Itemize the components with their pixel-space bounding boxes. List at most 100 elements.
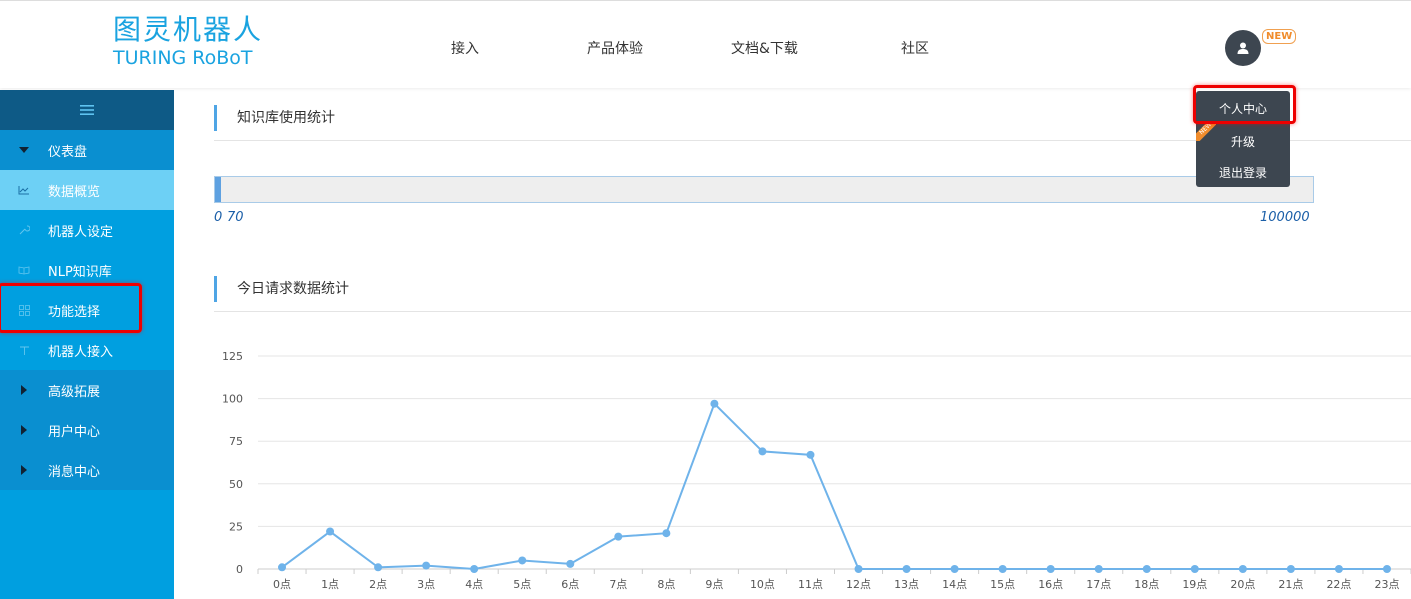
data-point (1142, 565, 1151, 573)
y-tick-label: 50 (229, 478, 243, 491)
data-point (1334, 565, 1343, 573)
new-ribbon: NEW (1196, 121, 1216, 141)
data-point (1094, 565, 1103, 573)
caret-right-icon (21, 385, 27, 395)
x-tick-label: 8点 (657, 578, 675, 591)
x-tick-label: 9点 (705, 578, 723, 591)
data-point (1382, 565, 1391, 573)
data-point (902, 565, 911, 573)
x-tick-label: 3点 (417, 578, 435, 591)
x-tick-label: 2点 (369, 578, 387, 591)
hamburger-icon (80, 105, 94, 115)
data-point (518, 556, 527, 565)
x-tick-label: 7点 (609, 578, 627, 591)
data-point (950, 565, 959, 573)
user-dropdown-menu: 个人中心 升级 退出登录 NEW (1196, 91, 1290, 187)
x-tick-label: 6点 (561, 578, 579, 591)
x-tick-label: 4点 (465, 578, 483, 591)
data-point (566, 559, 575, 568)
y-tick-label: 0 (236, 563, 243, 576)
new-ribbon-text: NEW (1196, 121, 1216, 141)
sidebar-toggle[interactable] (0, 90, 174, 130)
data-point (1238, 565, 1247, 573)
sidebar-item-label: 数据概览 (48, 184, 101, 200)
x-tick-label: 12点 (846, 578, 871, 591)
x-tick-label: 5点 (513, 578, 531, 591)
x-tick-label: 17点 (1086, 578, 1111, 591)
menu-item-logout[interactable]: 退出登录 (1196, 164, 1290, 181)
sidebar: 仪表盘 数据概览 机器人设定 NLP知识库 功能选择 机器人接入 高级拓展 用户… (0, 90, 174, 599)
y-tick-label: 75 (229, 435, 243, 448)
sidebar-item-label: 消息中心 (48, 464, 101, 480)
data-point (662, 529, 671, 538)
x-tick-label: 21点 (1278, 578, 1303, 591)
caret-right-icon (21, 465, 27, 475)
sidebar-item-function-select[interactable]: 功能选择 (0, 290, 174, 330)
plug-icon (19, 346, 29, 355)
new-badge: NEW (1262, 29, 1297, 44)
x-tick-label: 11点 (798, 578, 823, 591)
sidebar-item-label: 用户中心 (48, 424, 101, 440)
sidebar-item-label: 仪表盘 (48, 144, 88, 160)
data-point (998, 565, 1007, 573)
turing-robot-logo[interactable]: 图灵机器人 TURING RoBoT (113, 13, 263, 73)
data-point (806, 450, 815, 459)
data-point (614, 532, 623, 541)
nav-item-community[interactable]: 社区 (901, 38, 929, 58)
sidebar-item-label: 功能选择 (48, 304, 101, 320)
request-stats-title: 今日请求数据统计 (214, 276, 349, 302)
progress-used-label: 70 (227, 210, 244, 225)
sidebar-item-user-center[interactable]: 用户中心 (0, 410, 174, 450)
knowledge-progress-fill (215, 177, 221, 202)
y-tick-label: 125 (222, 350, 243, 363)
sidebar-item-robot-access[interactable]: 机器人接入 (0, 330, 174, 370)
wrench-icon (19, 225, 30, 235)
nav-item-access[interactable]: 接入 (451, 38, 479, 58)
knowledge-progress-bar (214, 176, 1314, 203)
user-avatar[interactable] (1225, 30, 1261, 66)
x-tick-label: 20点 (1230, 578, 1255, 591)
sidebar-item-robot-settings[interactable]: 机器人设定 (0, 210, 174, 250)
x-tick-label: 0点 (273, 578, 291, 591)
x-tick-label: 1点 (321, 578, 339, 591)
sidebar-item-advanced-extension[interactable]: 高级拓展 (0, 370, 174, 410)
line-chart-icon (18, 186, 29, 195)
data-point (1046, 565, 1055, 573)
nav-item-docs-download[interactable]: 文档&下载 (731, 38, 798, 58)
user-icon (1237, 42, 1249, 54)
x-tick-label: 23点 (1374, 578, 1399, 591)
menu-item-personal-center[interactable]: 个人中心 (1196, 100, 1290, 117)
caret-down-icon (19, 147, 29, 153)
book-icon (18, 266, 30, 275)
sidebar-item-dashboard[interactable]: 仪表盘 (0, 130, 174, 170)
top-bar: 图灵机器人 TURING RoBoT 接入 产品体验 文档&下载 社区 NEW (0, 0, 1411, 88)
progress-max-label: 100000 (1260, 210, 1310, 225)
nav-item-product-experience[interactable]: 产品体验 (587, 38, 643, 58)
sidebar-item-label: 机器人设定 (48, 224, 114, 240)
x-tick-label: 18点 (1134, 578, 1159, 591)
data-point (854, 565, 863, 573)
y-tick-label: 25 (229, 520, 243, 533)
data-point (1286, 565, 1295, 573)
sidebar-item-message-center[interactable]: 消息中心 (0, 450, 174, 490)
section-divider (214, 311, 1411, 312)
caret-right-icon (21, 425, 27, 435)
knowledge-stats-title: 知识库使用统计 (214, 105, 335, 131)
data-point (470, 565, 479, 573)
x-tick-label: 10点 (750, 578, 775, 591)
y-tick-label: 100 (222, 393, 243, 406)
request-line-chart: 0 25 50 75 100 125 0点 1点 2点 3点 4点 5点 6点 7点 8点 9点 10点 11点 1… (222, 350, 1411, 591)
x-tick-label: 19点 (1182, 578, 1207, 591)
logo-cn-text: 图灵机器人 (113, 13, 264, 46)
sidebar-item-nlp-knowledge[interactable]: NLP知识库 (0, 250, 174, 290)
data-point (710, 399, 719, 408)
sidebar-item-data-overview[interactable]: 数据概览 (0, 170, 174, 210)
x-tick-label: 13点 (894, 578, 919, 591)
x-tick-label: 16点 (1038, 578, 1063, 591)
data-point (758, 447, 767, 456)
logo-en-text: TURING RoBoT (113, 47, 253, 69)
x-tick-label: 14点 (942, 578, 967, 591)
progress-min-label: 0 (214, 210, 223, 225)
data-point (278, 563, 287, 572)
x-tick-label: 22点 (1326, 578, 1351, 591)
